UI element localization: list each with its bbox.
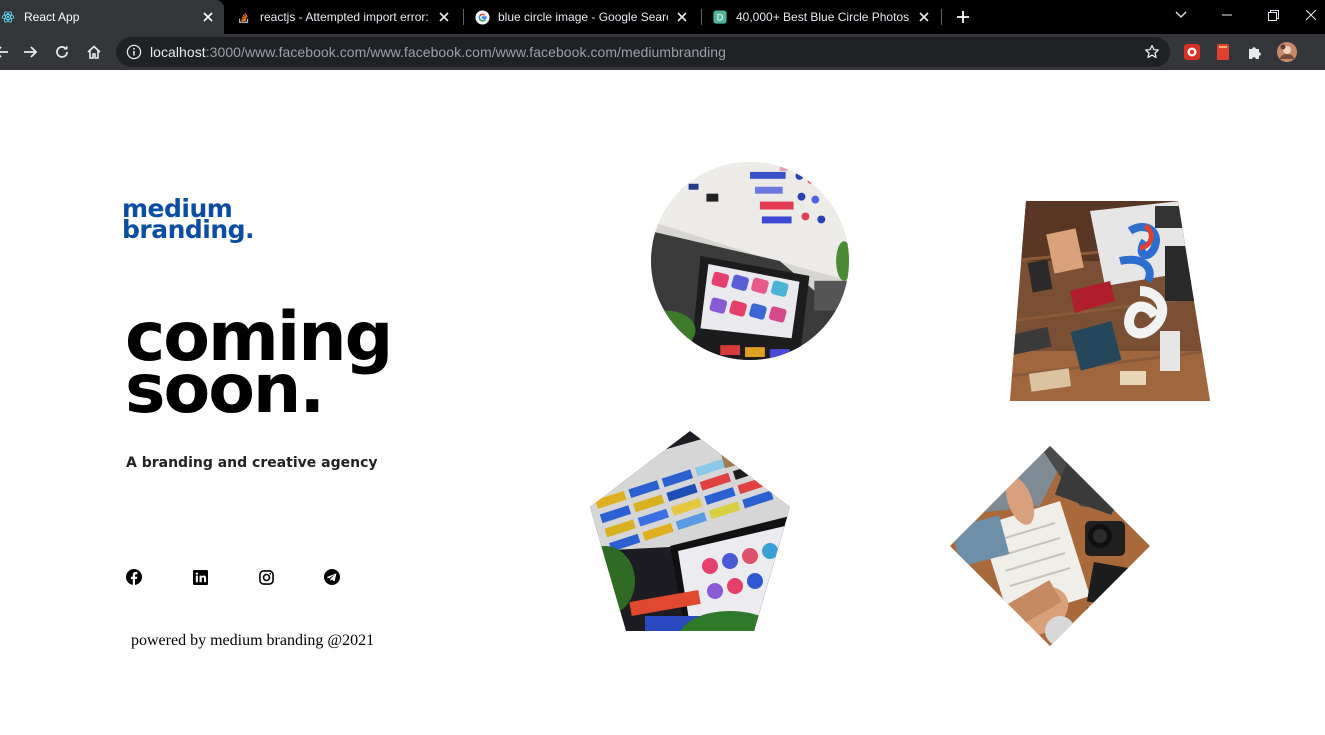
instagram-icon[interactable] [258, 569, 274, 585]
close-icon[interactable] [674, 9, 690, 25]
footer-credit: powered by medium branding @2021 [131, 632, 375, 649]
circle-photo [651, 162, 849, 360]
tab-google-search[interactable]: blue circle image - Google Search [466, 0, 698, 34]
url-path: :3000/www.facebook.com/www.facebook.com/… [205, 44, 726, 60]
home-icon [87, 45, 101, 59]
brand-logo[interactable]: medium branding. [122, 196, 255, 244]
back-arrow-icon [0, 46, 8, 58]
url-host: localhost [150, 44, 206, 60]
tab-search-button[interactable] [1158, 0, 1204, 30]
tab-separator [701, 9, 702, 25]
new-tab-button[interactable] [953, 7, 973, 27]
forward-button[interactable] [18, 40, 42, 64]
react-icon [0, 9, 16, 25]
tab-title: React App [24, 10, 80, 24]
extension-book-icon[interactable] [1213, 42, 1233, 62]
linkedin-icon[interactable] [192, 569, 208, 585]
forward-arrow-icon [24, 46, 38, 58]
browser-toolbar: localhost:3000/www.facebook.com/www.face… [0, 34, 1325, 70]
page-headline: coming soon. [125, 304, 393, 424]
diamond-photo [950, 446, 1150, 646]
telegram-icon[interactable] [324, 569, 340, 585]
logo-line2: branding. [122, 215, 255, 244]
reload-icon [56, 45, 68, 58]
info-icon[interactable] [126, 44, 142, 60]
reload-button[interactable] [50, 40, 74, 64]
url-text[interactable]: localhost:3000/www.facebook.com/www.face… [150, 44, 726, 60]
facebook-icon[interactable] [126, 569, 142, 585]
close-icon[interactable] [436, 9, 452, 25]
stackoverflow-icon [236, 9, 252, 25]
close-window-button[interactable] [1296, 0, 1325, 30]
d-site-icon: D [712, 9, 728, 25]
extensions-puzzle-icon[interactable] [1245, 42, 1265, 62]
chevron-down-icon [1175, 11, 1187, 18]
tab-stackoverflow[interactable]: reactjs - Attempted import error: [228, 0, 460, 34]
plus-icon [957, 11, 969, 23]
minimize-icon [1222, 14, 1232, 16]
tab-react-app[interactable]: React App [0, 0, 224, 34]
page-content: medium branding. coming soon. A branding… [0, 70, 1325, 735]
profile-avatar-icon[interactable] [1277, 42, 1297, 62]
browser-tab-strip: React App reactjs - Attempted import err… [0, 0, 1325, 34]
tab-title: reactjs - Attempted import error: [260, 10, 429, 24]
back-button[interactable] [0, 40, 14, 64]
pentagon-photo [590, 431, 790, 631]
svg-text:D: D [717, 14, 724, 24]
address-bar[interactable]: localhost:3000/www.facebook.com/www.face… [116, 37, 1170, 67]
trapezoid-photo [1010, 201, 1210, 401]
google-icon [474, 9, 490, 25]
close-icon [1305, 10, 1316, 20]
tab-separator [941, 9, 942, 25]
restore-button[interactable] [1250, 0, 1296, 30]
home-button[interactable] [82, 40, 106, 64]
bookmark-star-icon[interactable] [1144, 44, 1160, 60]
tab-blue-circle-photos[interactable]: D 40,000+ Best Blue Circle Photos [704, 0, 940, 34]
tagline: A branding and creative agency [126, 455, 378, 471]
tab-title: 40,000+ Best Blue Circle Photos [736, 10, 910, 24]
close-icon[interactable] [200, 9, 216, 25]
minimize-button[interactable] [1204, 0, 1250, 30]
extension-red-icon[interactable] [1182, 42, 1202, 62]
close-icon[interactable] [916, 9, 932, 25]
tab-title: blue circle image - Google Search [498, 10, 668, 24]
tab-separator [463, 9, 464, 25]
restore-icon [1267, 9, 1279, 21]
